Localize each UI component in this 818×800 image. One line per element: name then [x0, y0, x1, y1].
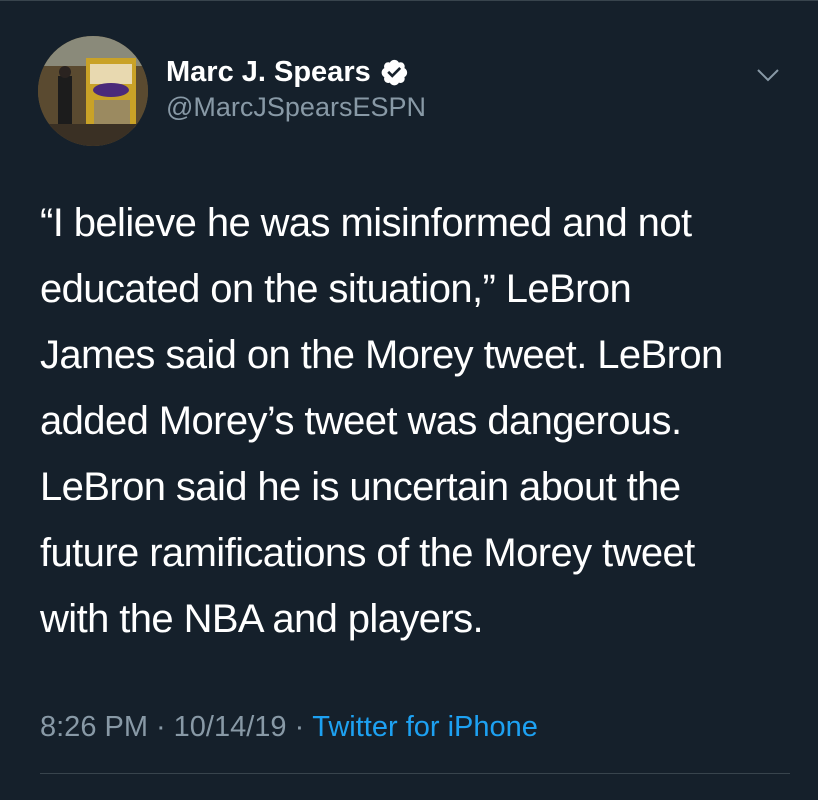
verified-badge-icon [379, 57, 409, 87]
meta-separator: · [294, 710, 305, 743]
tweet-menu-button[interactable] [750, 60, 786, 90]
tweet-text: “I believe he was misinformed and not ed… [40, 190, 800, 652]
tweet-source-link[interactable]: Twitter for iPhone [312, 711, 538, 744]
meta-separator: · [156, 710, 166, 743]
avatar[interactable] [38, 36, 148, 146]
tweet-meta: 8:26 PM · 10/14/19 · Twitter for iPhone [40, 707, 538, 747]
tweet-time[interactable]: 8:26 PM [40, 711, 148, 744]
tweet-card: Marc J. Spears @MarcJSpearsESPN “I belie… [0, 0, 818, 800]
author-handle[interactable]: @MarcJSpearsESPN [166, 92, 426, 123]
tweet-text-line: with the NBA and players. [40, 597, 484, 641]
tweet-date[interactable]: 10/14/19 [174, 711, 287, 744]
top-divider [0, 0, 818, 1]
tweet-text-line: future ramifications of the Morey tweet [40, 531, 695, 575]
author-display-name[interactable]: Marc J. Spears [166, 56, 371, 89]
tweet-text-line: James said on the Morey tweet. LeBron [40, 333, 723, 377]
chevron-down-icon [757, 69, 779, 82]
author-name-row: Marc J. Spears [166, 52, 409, 92]
bottom-divider [40, 773, 790, 774]
avatar-photo [38, 36, 148, 146]
tweet-text-line: added Morey’s tweet was dangerous. [40, 399, 682, 443]
tweet-text-line: LeBron said he is uncertain about the [40, 465, 681, 509]
tweet-text-line: educated on the situation,” LeBron [40, 267, 632, 311]
tweet-text-line: “I believe he was misinformed and not [40, 201, 692, 245]
